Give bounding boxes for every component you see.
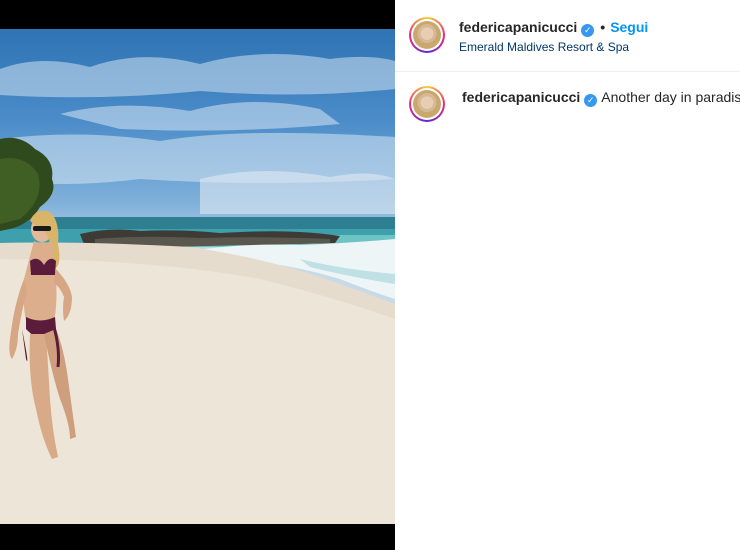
beach-scene-image: [0, 54, 395, 524]
username-link[interactable]: federicapanicucci: [459, 19, 577, 35]
verified-badge-icon: ✓: [581, 24, 595, 37]
header-user-row: federicapanicucci ✓ • Segui: [459, 19, 648, 37]
post-media: [0, 0, 395, 550]
avatar-image: [413, 90, 441, 118]
verified-badge-icon: ✓: [584, 94, 598, 107]
post-sidebar: federicapanicucci ✓ • Segui Emerald Maldive…: [395, 0, 740, 550]
follow-button[interactable]: Segui: [610, 19, 648, 35]
caption-avatar[interactable]: [409, 86, 445, 122]
post-caption: federicapanicucci ✓ Another day in paradis…: [462, 89, 740, 107]
separator-dot: •: [600, 19, 606, 35]
post-photo[interactable]: [0, 29, 395, 524]
avatar-image: [413, 21, 441, 49]
caption-text: Another day in paradise.: [601, 89, 740, 105]
caption-username-link[interactable]: federicapanicucci: [462, 89, 580, 105]
location-link[interactable]: Emerald Maldives Resort & Spa: [459, 40, 629, 54]
profile-avatar[interactable]: [409, 17, 445, 53]
post-header: federicapanicucci ✓ • Segui Emerald Maldive…: [395, 0, 740, 72]
